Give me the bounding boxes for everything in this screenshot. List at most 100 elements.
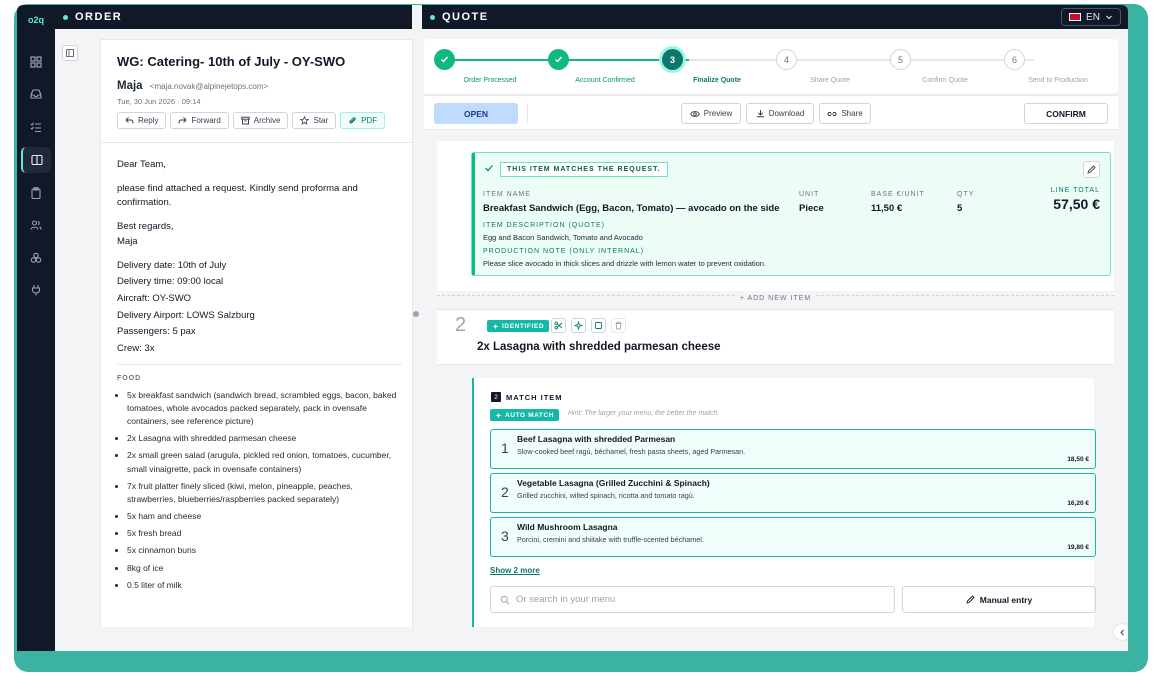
show-more-link[interactable]: Show 2 more [490, 566, 540, 575]
ai-match-button[interactable] [571, 318, 586, 333]
step-4[interactable]: 4 [776, 49, 797, 70]
email-closing: Best regards, Maja [117, 220, 402, 249]
language-label: EN [1086, 11, 1100, 23]
match-candidate[interactable]: 3 Wild Mushroom Lasagna Porcini, cremini… [490, 517, 1096, 557]
step-5[interactable]: 5 [890, 49, 911, 70]
delivery-line: Aircraft: OY-SWO [117, 293, 192, 305]
email-date: Tue, 30 Jun 2026 · 09:14 [117, 97, 201, 106]
quote-item-2: 2 IDENTIFIED 2x Lasagna with shredded pa… [437, 309, 1114, 365]
step-6[interactable]: 6 [1004, 49, 1025, 70]
divider [101, 142, 414, 143]
line-total-value: 57,50 € [1053, 196, 1100, 212]
divider [117, 363, 402, 365]
status-badge[interactable]: OPEN [434, 103, 518, 124]
add-new-item-button[interactable]: + ADD NEW ITEM [735, 295, 816, 302]
clipboard-icon[interactable] [21, 180, 51, 206]
collapse-button[interactable] [1113, 623, 1128, 641]
add-new-item-divider: + ADD NEW ITEM [437, 295, 1114, 307]
pdf-button[interactable]: PDF [340, 112, 386, 129]
step-2-check-icon[interactable] [548, 49, 569, 70]
tasks-icon[interactable] [21, 114, 51, 140]
products-icon[interactable] [21, 245, 51, 271]
users-icon[interactable] [21, 212, 51, 238]
match-badge: THIS ITEM MATCHES THE REQUEST. [500, 162, 668, 177]
download-icon [756, 110, 764, 118]
check-icon [485, 165, 493, 172]
production-note: Please slice avocado in thick slices and… [483, 259, 767, 268]
download-button[interactable]: Download [746, 103, 814, 124]
menu-search-input[interactable]: Or search in your menu [490, 586, 895, 613]
inbox-icon[interactable] [21, 81, 51, 107]
order-topbar: ORDER [55, 5, 412, 29]
step-label: Send to Production [1028, 77, 1088, 84]
nav-rail: o2q [17, 5, 55, 651]
email-card: WG: Catering- 10th of July - OY-SWO Maja… [100, 39, 414, 629]
app-logo: o2q [27, 15, 44, 25]
match-candidate[interactable]: 2 Vegetable Lasagna (Grilled Zucchini & … [490, 473, 1096, 513]
unit-label: UNIT [799, 191, 820, 198]
quote-panel-title: QUOTE [442, 11, 489, 23]
sidebar-toggle-icon[interactable] [62, 45, 78, 61]
item-description-label: ITEM DESCRIPTION (QUOTE) [483, 222, 605, 229]
stepper-line-done [454, 59, 689, 61]
delivery-line: Delivery date: 10th of July [117, 259, 227, 271]
candidate-number: 2 [501, 484, 509, 500]
item-description: Egg and Bacon Sandwich, Tomato and Avoca… [483, 233, 643, 242]
auto-match-label: AUTO MATCH [505, 411, 555, 419]
base-label: BASE €/UNIT [871, 191, 925, 198]
reply-button[interactable]: Reply [117, 112, 167, 129]
candidate-price: 16,20 € [1067, 500, 1089, 507]
step-3[interactable]: 3 [662, 49, 683, 70]
food-item: 5x fresh bread [127, 527, 402, 540]
match-candidate[interactable]: 1 Beef Lasagna with shredded Parmesan Sl… [490, 429, 1096, 469]
pencil-icon [1087, 165, 1096, 174]
preview-button[interactable]: Preview [681, 103, 741, 124]
forward-button[interactable]: Forward [170, 112, 229, 129]
manual-entry-button[interactable]: Manual entry [902, 586, 1096, 613]
line-total-label: LINE TOTAL [1050, 187, 1100, 194]
candidate-name: Vegetable Lasagna (Grilled Zucchini & Sp… [517, 478, 710, 488]
candidate-description: Porcini, cremini and shiitake with truff… [517, 535, 704, 544]
plug-icon[interactable] [21, 277, 51, 303]
pdf-label: PDF [361, 116, 378, 125]
food-item: 2x Lasagna with shredded parmesan cheese [127, 432, 402, 445]
archive-button[interactable]: Archive [232, 112, 289, 129]
forward-icon [178, 117, 188, 124]
star-label: Star [313, 116, 329, 125]
dashboard-icon[interactable] [21, 49, 51, 75]
preview-label: Preview [703, 109, 733, 118]
food-item: 0.5 liter of milk [127, 579, 402, 592]
stepper-line-todo [689, 59, 1034, 61]
qty-value: 5 [957, 203, 963, 214]
orders-icon[interactable] [21, 147, 51, 173]
qty-label: QTY [957, 191, 975, 198]
language-selector[interactable]: EN [1061, 8, 1121, 26]
identified-badge: IDENTIFIED [487, 320, 550, 332]
candidate-number: 1 [501, 440, 509, 456]
step-1-check-icon[interactable] [434, 49, 455, 70]
link-icon [827, 111, 837, 116]
delete-button[interactable] [611, 318, 626, 333]
star-button[interactable]: Star [292, 112, 337, 129]
auto-match-badge[interactable]: AUTO MATCH [490, 409, 560, 421]
step-label: Share Quote [810, 77, 850, 84]
select-button[interactable] [591, 318, 606, 333]
pencil-icon [966, 595, 975, 604]
quote-topbar: QUOTE EN [422, 5, 1128, 29]
match-item-panel: 2 MATCH ITEM AUTO MATCH Hint: The larger… [472, 378, 1096, 633]
edit-button[interactable] [1083, 161, 1100, 178]
confirm-button[interactable]: CONFIRM [1024, 103, 1108, 124]
order-panel: WG: Catering- 10th of July - OY-SWO Maja… [55, 29, 414, 629]
matched-item-card: THIS ITEM MATCHES THE REQUEST. ITEM NAME… [471, 152, 1111, 276]
split-button[interactable] [551, 318, 566, 333]
delivery-line: Crew: 3x [117, 343, 155, 355]
step-label: Order Processed [463, 77, 517, 84]
food-item: 8kg of ice [127, 562, 402, 575]
sender-email: <maja.novak@alpinejetops.com> [149, 82, 269, 91]
panel-resize-handle[interactable] [413, 311, 419, 317]
unit-value: Piece [799, 203, 824, 214]
candidate-price: 18,50 € [1067, 456, 1089, 463]
candidate-number: 3 [501, 528, 509, 544]
email-greeting: Dear Team, [117, 159, 166, 170]
share-button[interactable]: Share [819, 103, 871, 124]
